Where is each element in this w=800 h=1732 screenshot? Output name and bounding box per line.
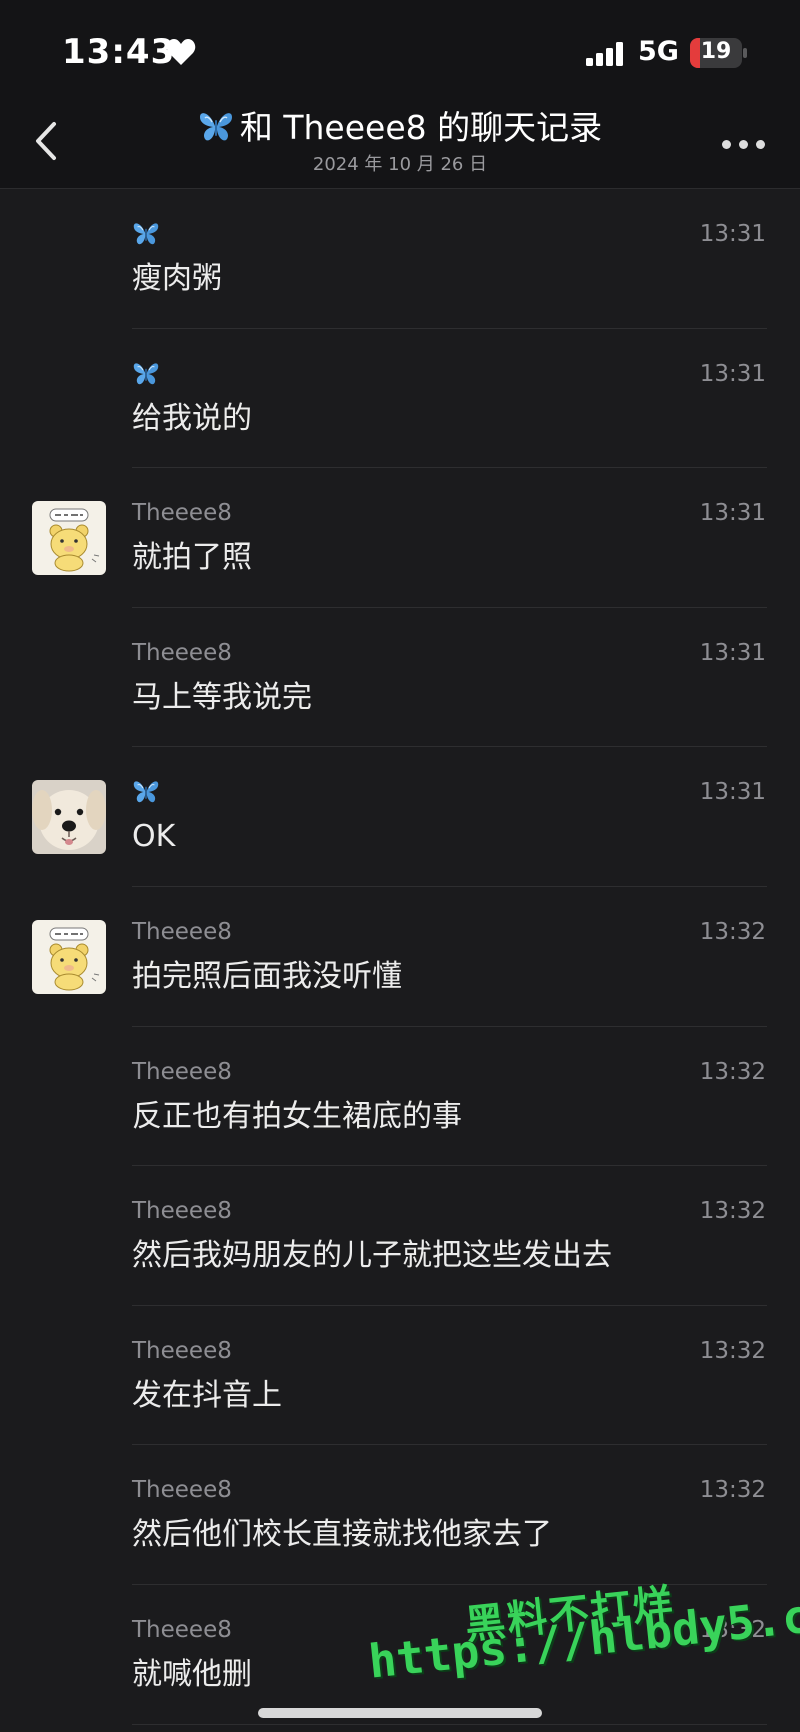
sender-name: Theeee8 (132, 500, 232, 527)
message-text: 然后他们校长直接就找他家去了 (132, 1517, 552, 1553)
message-text: 拍完照后面我没听懂 (132, 958, 402, 994)
status-time: 13:43 (62, 32, 176, 72)
title-block: 和 Theeee8 的聊天记录 2024 年 10 月 26 日 (120, 106, 680, 176)
message-text: 反正也有拍女生裙底的事 (132, 1098, 462, 1134)
message-time: 13:31 (699, 779, 766, 806)
butterfly-icon (198, 110, 234, 144)
message-time: 13:31 (699, 221, 766, 247)
message-list: 13:31 瘦肉粥 13:31 给我说的 Theeee8 13:31 就拍了照 Theeee8… (0, 189, 800, 1725)
message-time: 13:32 (699, 918, 766, 945)
butterfly-icon (132, 221, 160, 247)
message-row[interactable]: Theeee8 13:31 就拍了照 (0, 468, 800, 608)
home-indicator[interactable] (258, 1708, 542, 1718)
battery-icon: 19 (690, 38, 742, 68)
message-time: 13:31 (699, 500, 766, 527)
message-text: OK (132, 819, 176, 855)
message-text: 就拍了照 (132, 540, 252, 576)
sender-name: Theeee8 (132, 1198, 232, 1225)
message-time: 13:32 (699, 1477, 766, 1504)
message-text: 马上等我说完 (132, 679, 312, 715)
message-text: 给我说的 (132, 400, 252, 436)
message-text: 然后我妈朋友的儿子就把这些发出去 (132, 1238, 612, 1274)
message-time: 13:32 (699, 1337, 766, 1364)
status-bar: 13:43 5G 19 (0, 0, 800, 100)
butterfly-icon (132, 361, 160, 387)
more-dots-icon[interactable] (722, 138, 766, 152)
message-row[interactable]: Theeee8 13:32 拍完照后面我没听懂 (0, 887, 800, 1027)
sender-name: Theeee8 (132, 918, 232, 945)
avatar-bear[interactable] (32, 501, 106, 575)
sender-name (132, 359, 160, 389)
message-row[interactable]: 13:31 瘦肉粥 (0, 189, 800, 329)
message-time: 13:32 (699, 1198, 766, 1225)
sender-name: Theeee8 (132, 1058, 232, 1085)
message-text: 发在抖音上 (132, 1377, 282, 1413)
sender-name: Theeee8 (132, 1616, 232, 1643)
chat-date: 2024 年 10 月 26 日 (312, 154, 488, 175)
page-title-text: 和 Theeee8 的聊天记录 (239, 108, 603, 147)
message-row[interactable]: Theeee8 13:32 反正也有拍女生裙底的事 (0, 1027, 800, 1167)
avatar-bear[interactable] (32, 920, 106, 994)
message-text: 瘦肉粥 (132, 261, 222, 296)
sender-name: Theeee8 (132, 1477, 232, 1504)
page-title: 和 Theeee8 的聊天记录 (120, 106, 680, 150)
avatar-puppy[interactable] (32, 780, 106, 854)
battery-level: 19 (700, 39, 732, 64)
heart-icon (166, 39, 196, 65)
chevron-left-icon[interactable] (28, 116, 68, 166)
message-time: 13:31 (699, 360, 766, 387)
sender-name (132, 219, 160, 249)
message-time: 13:31 (699, 639, 766, 666)
message-row[interactable]: 13:31 给我说的 (0, 329, 800, 469)
message-row[interactable]: Theeee8 13:32 然后他们校长直接就找他家去了 (0, 1445, 800, 1585)
message-time: 13:32 (699, 1058, 766, 1085)
message-row[interactable]: Theeee8 13:32 发在抖音上 (0, 1306, 800, 1446)
message-row[interactable]: Theeee8 13:32 然后我妈朋友的儿子就把这些发出去 (0, 1166, 800, 1306)
sender-name (132, 777, 160, 807)
battery-tip (743, 48, 747, 58)
butterfly-icon (132, 779, 160, 805)
network-label: 5G (638, 36, 679, 67)
message-text: 就喊他删 (132, 1656, 252, 1692)
signal-icon (586, 42, 623, 66)
message-row[interactable]: 13:31 OK (0, 747, 800, 887)
sender-name: Theeee8 (132, 639, 232, 666)
sender-name: Theeee8 (132, 1337, 232, 1364)
message-row[interactable]: Theeee8 13:31 马上等我说完 (0, 608, 800, 748)
nav-bar: 和 Theeee8 的聊天记录 2024 年 10 月 26 日 (0, 100, 800, 189)
